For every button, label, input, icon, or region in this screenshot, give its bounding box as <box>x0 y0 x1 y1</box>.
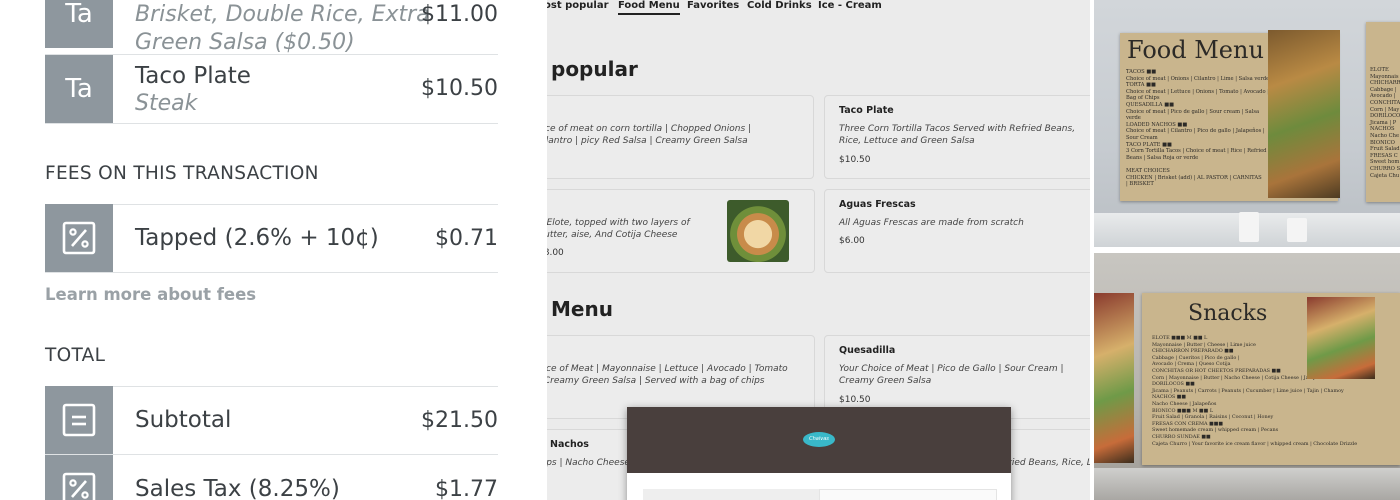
line-item[interactable]: Ta Brisket, Double Rice, Extra Green Sal… <box>45 0 498 55</box>
tax-label: Sales Tax (8.25%) <box>135 476 340 500</box>
snacks-sign: Snacks ELOTE ■■■ M ■■ L Mayonnaise | But… <box>1142 293 1400 465</box>
nav-favorites[interactable]: Favorites <box>687 0 739 11</box>
subtotal-amount: $21.50 <box>421 408 498 433</box>
menu-card[interactable]: oice of meat on corn tortilla | Chopped … <box>547 95 814 179</box>
nav-ice-cream[interactable]: Ice - Cream <box>818 0 882 11</box>
snack-photo <box>1307 297 1375 379</box>
sign-title: Food Menu <box>1127 36 1264 64</box>
fee-row: Tapped (2.6% + 10¢) $0.71 <box>45 204 498 273</box>
item-modifiers: Brisket, Double Rice, Extra <box>135 2 430 27</box>
card-title: Taco Plate <box>839 105 894 116</box>
card-description: fried Beans, Rice, Lettuce <box>1005 458 1090 468</box>
snacks-board-photo: Snacks ELOTE ■■■ M ■■ L Mayonnaise | But… <box>1094 253 1400 500</box>
percent-icon <box>45 204 113 272</box>
food-menu-board-photo: Food Menu TACOS ■■ Choice of meat | Onio… <box>1094 0 1400 247</box>
card-title: Nachos <box>550 439 589 450</box>
total-heading: TOTAL <box>45 345 106 366</box>
card-description: Your Choice of Meat | Pico de Gallo | So… <box>839 364 1064 386</box>
photos-panel: Food Menu TACOS ■■ Choice of meat | Onio… <box>1090 0 1400 500</box>
card-price: $10.50 <box>839 155 871 165</box>
section-heading-menu: Menu <box>551 297 613 321</box>
modal-dialog[interactable]: Chaivas <box>627 407 1011 500</box>
document-icon <box>45 386 113 454</box>
learn-more-fees-link[interactable]: Learn more about fees <box>45 285 256 304</box>
tax-row: Sales Tax (8.25%) $1.77 <box>45 455 498 500</box>
item-name: Taco Plate <box>135 63 251 89</box>
menu-webpage-panel: ost popular Food Menu Favorites Cold Dri… <box>547 0 1090 500</box>
item-tile: Ta <box>45 55 113 123</box>
fee-amount: $0.71 <box>435 226 498 251</box>
tax-amount: $1.77 <box>435 477 498 500</box>
card-description: oice of Meat | Mayonnaise | Lettuce | Av… <box>547 364 788 386</box>
menu-card-elote[interactable]: h Elote, topped with two layers of Butte… <box>547 189 815 273</box>
line-item[interactable]: Ta Taco Plate Steak $10.50 <box>45 55 498 124</box>
nav-most-popular[interactable]: ost popular <box>547 0 609 11</box>
taco-photo <box>1268 30 1340 198</box>
counter <box>1094 468 1400 500</box>
card-price: $10.50 <box>839 395 871 405</box>
menu-card-aguas-frescas[interactable]: Aguas Frescas All Aguas Frescas are made… <box>824 189 1090 273</box>
card-price: $6.00 <box>839 236 865 246</box>
card-description: All Aguas Frescas are made from scratch <box>839 218 1024 228</box>
section-heading-popular: popular <box>551 57 638 81</box>
card-description: oice of meat on corn tortilla | Chopped … <box>547 124 752 146</box>
nav-food-menu[interactable]: Food Menu <box>618 0 680 15</box>
card-description: h Elote, topped with two layers of Butte… <box>547 218 690 240</box>
sign-text: ELOTE Mayonnais CHICHARR Cabbage | Avoca… <box>1370 67 1400 179</box>
item-modifiers: Steak <box>135 91 198 116</box>
snacks-sign-edge: ELOTE Mayonnais CHICHARR Cabbage | Avoca… <box>1366 22 1400 202</box>
food-photo <box>727 200 789 262</box>
cup <box>1287 218 1307 242</box>
item-tile: Ta <box>45 0 113 48</box>
card-price: $8.00 <box>547 248 564 258</box>
food-menu-sign: Food Menu TACOS ■■ Choice of meat | Onio… <box>1120 30 1340 201</box>
card-description: Three Corn Tortilla Tacos Served with Re… <box>839 124 1076 146</box>
percent-icon <box>45 455 113 500</box>
item-price: $10.50 <box>421 76 498 101</box>
side-photo <box>1094 293 1134 463</box>
card-title: Aguas Frescas <box>839 199 916 210</box>
receipt-panel: Ta Brisket, Double Rice, Extra Green Sal… <box>0 0 547 500</box>
item-price: $11.00 <box>421 2 498 27</box>
menu-card-taco-plate[interactable]: Taco Plate Three Corn Tortilla Tacos Ser… <box>824 95 1090 179</box>
sign-title: Snacks <box>1188 301 1268 326</box>
subtotal-row: Subtotal $21.50 <box>45 386 498 455</box>
cup <box>1239 212 1259 242</box>
sign-text: TACOS ■■ Choice of meat | Onions | Cilan… <box>1126 69 1270 188</box>
modal-tab[interactable] <box>643 489 819 500</box>
nav-cold-drinks[interactable]: Cold Drinks <box>747 0 812 11</box>
modal-tab[interactable] <box>819 489 997 500</box>
brand-logo: Chaivas <box>803 432 835 447</box>
subtotal-label: Subtotal <box>135 407 232 433</box>
card-title: Quesadilla <box>839 345 896 356</box>
fees-heading: FEES ON THIS TRANSACTION <box>45 163 319 184</box>
item-modifiers-cont: Green Salsa ($0.50) <box>135 30 355 55</box>
fee-name: Tapped (2.6% + 10¢) <box>135 225 379 251</box>
